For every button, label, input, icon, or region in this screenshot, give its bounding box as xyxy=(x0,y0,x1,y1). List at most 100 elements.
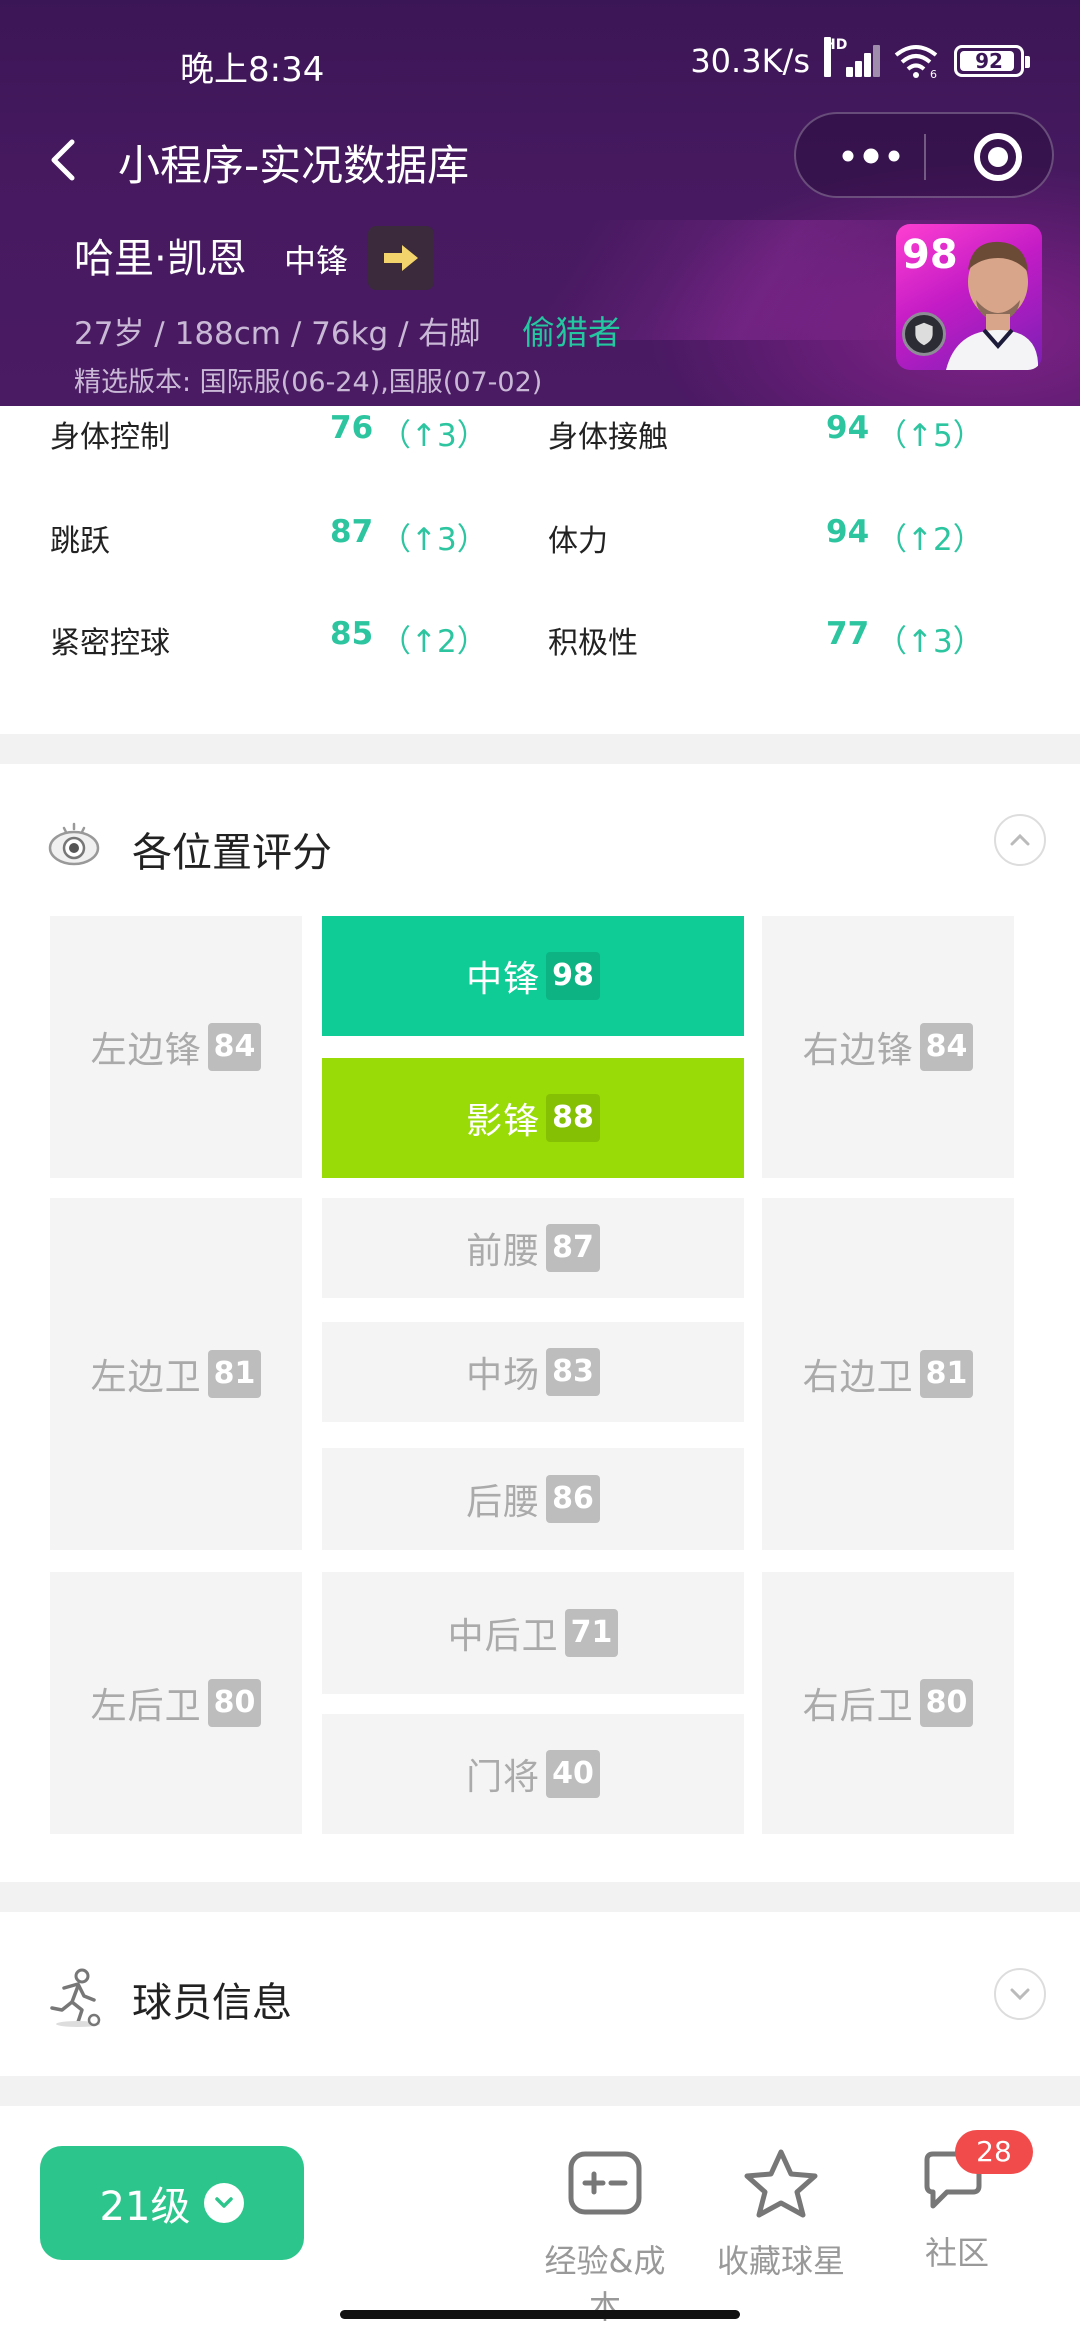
position-rating: 80 xyxy=(919,1679,974,1727)
position-tile-lwf[interactable]: 左边锋 84 xyxy=(50,916,302,1178)
attribute-row: 紧密控球 85 （↑2） 积极性 77 （↑3） xyxy=(0,612,1080,672)
position-label: 后腰 xyxy=(466,1482,541,1523)
position-tile-rwf[interactable]: 右边锋 84 xyxy=(762,916,1014,1178)
tab-favorites[interactable]: 收藏球星 xyxy=(706,2148,856,2282)
position-label: 中锋 xyxy=(466,959,541,1000)
position-rating: 80 xyxy=(207,1679,262,1727)
attribute-name: 跳跃 xyxy=(50,524,110,559)
more-button[interactable] xyxy=(836,134,906,178)
card-rating: 98 xyxy=(902,232,958,278)
capsule-divider xyxy=(924,134,926,180)
home-indicator xyxy=(340,2310,740,2319)
tab-label: 收藏球星 xyxy=(716,2242,845,2280)
signal-bar xyxy=(864,53,871,77)
position-label: 门将 xyxy=(466,1757,541,1798)
close-miniprogram-button[interactable] xyxy=(974,133,1022,181)
position-rating: 84 xyxy=(919,1023,974,1071)
position-label: 前腰 xyxy=(466,1231,541,1272)
position-label: 左边锋 xyxy=(90,1030,202,1071)
tab-exp-cost[interactable]: 经验&成本 xyxy=(530,2148,680,2328)
signal-icon: HD xyxy=(824,37,880,79)
section-title: 各位置评分 xyxy=(132,830,332,876)
position-tile-cmf[interactable]: 中场 83 xyxy=(322,1322,744,1422)
chevron-down-icon xyxy=(1010,1988,1030,2001)
attribute-row: 跳跃 87 （↑3） 体力 94 （↑2） xyxy=(0,510,1080,570)
position-ratings-section: 各位置评分 左边锋 84 中锋 98 影锋 88 右边锋 84 左边卫 81 前… xyxy=(0,764,1080,1882)
attribute-name: 身体接触 xyxy=(548,420,668,455)
position-label: 左边卫 xyxy=(90,1357,202,1398)
position-label: 右边卫 xyxy=(802,1357,914,1398)
position-label: 右后卫 xyxy=(802,1686,914,1727)
battery-level: 92 xyxy=(975,49,1003,73)
attribute-delta: （↑2） xyxy=(876,522,984,558)
player-meta: 27岁 / 188cm / 76kg / 右脚 xyxy=(74,316,481,352)
page-title: 小程序-实况数据库 xyxy=(118,141,470,190)
level-selector-button[interactable]: 21级 xyxy=(40,2146,304,2260)
switch-card-button[interactable] xyxy=(368,226,434,290)
chat-icon: 28 xyxy=(917,2130,1033,2218)
position-rating: 88 xyxy=(546,1094,600,1142)
position-rating: 81 xyxy=(207,1350,262,1398)
player-position: 中锋 xyxy=(284,242,349,280)
position-label: 左后卫 xyxy=(90,1686,202,1727)
position-tile-lmf[interactable]: 左边卫 81 xyxy=(50,1198,302,1550)
back-button[interactable] xyxy=(36,128,96,192)
position-tile-lb[interactable]: 左后卫 80 xyxy=(50,1572,302,1834)
attribute-value: 94 xyxy=(826,410,870,446)
status-indicators: 30.3K/s HD 6 92 xyxy=(690,37,1030,80)
position-tile-rb[interactable]: 右后卫 80 xyxy=(762,1572,1014,1834)
attribute-name: 体力 xyxy=(548,524,608,559)
position-rating: 87 xyxy=(546,1224,600,1272)
attributes-panel: 身体控制 76 （↑3） 身体接触 94 （↑5） 跳跃 87 （↑3） 体力 … xyxy=(0,406,1080,734)
section-title: 球员信息 xyxy=(132,1980,292,2026)
collapse-button[interactable] xyxy=(994,814,1046,866)
chevron-down-icon xyxy=(204,2183,245,2223)
running-player-icon xyxy=(50,1968,101,2027)
signal-bar xyxy=(873,45,880,77)
position-tile-amf[interactable]: 前腰 87 xyxy=(322,1198,744,1298)
attribute-value: 87 xyxy=(330,514,374,550)
attribute-value: 77 xyxy=(826,616,870,652)
position-tile-cb[interactable]: 中后卫 71 xyxy=(322,1572,744,1694)
position-tile-ss[interactable]: 影锋 88 xyxy=(322,1058,744,1178)
attribute-delta: （↑3） xyxy=(876,624,984,660)
shield-icon xyxy=(902,312,946,356)
position-tile-cf[interactable]: 中锋 98 xyxy=(322,916,744,1036)
position-label: 中场 xyxy=(466,1355,541,1396)
nav-bar: 小程序-实况数据库 xyxy=(0,110,1080,210)
position-tile-rmf[interactable]: 右边卫 81 xyxy=(762,1198,1014,1550)
bottom-bar: 21级 经验&成本 收藏球星 28 社区 xyxy=(0,2106,1080,2340)
signal-bar xyxy=(846,67,853,77)
attribute-row: 身体控制 76 （↑3） 身体接触 94 （↑5） xyxy=(0,406,1080,466)
eye-icon xyxy=(48,822,100,866)
wifi-icon: 6 xyxy=(894,45,938,79)
player-info-section[interactable]: 球员信息 xyxy=(0,1912,1080,2076)
miniprogram-capsule xyxy=(794,112,1054,198)
position-label: 右边锋 xyxy=(802,1030,914,1071)
position-label: 中后卫 xyxy=(447,1616,559,1657)
level-label: 21级 xyxy=(99,2184,191,2230)
expand-button[interactable] xyxy=(994,1968,1046,2020)
position-tile-gk[interactable]: 门将 40 xyxy=(322,1714,744,1834)
attribute-name: 积极性 xyxy=(548,626,638,661)
attribute-value: 94 xyxy=(826,514,870,550)
attribute-delta: （↑5） xyxy=(876,418,984,454)
player-card[interactable]: 98 xyxy=(896,224,1042,370)
position-tile-dmf[interactable]: 后腰 86 xyxy=(322,1448,744,1550)
status-time: 晚上8:34 xyxy=(180,50,325,90)
player-style[interactable]: 偷猎者 xyxy=(522,306,621,354)
arrow-right-icon xyxy=(384,245,418,271)
tab-community[interactable]: 28 社区 xyxy=(882,2130,1033,2274)
notification-badge: 28 xyxy=(955,2130,1033,2174)
header: 晚上8:34 30.3K/s HD 6 92 小程序-实况数据库 哈里·凯恩 中… xyxy=(0,0,1080,406)
position-ratings-header[interactable]: 各位置评分 xyxy=(0,764,1080,914)
net-speed: 30.3K/s xyxy=(690,42,810,80)
status-bar: 晚上8:34 30.3K/s HD 6 92 xyxy=(0,0,1080,120)
attribute-delta: （↑3） xyxy=(380,418,488,454)
position-rating: 40 xyxy=(546,1750,600,1798)
svg-text:6: 6 xyxy=(930,68,937,79)
attribute-name: 身体控制 xyxy=(50,420,170,455)
attribute-value: 85 xyxy=(330,616,374,652)
attribute-delta: （↑3） xyxy=(380,522,488,558)
position-rating: 81 xyxy=(919,1350,974,1398)
